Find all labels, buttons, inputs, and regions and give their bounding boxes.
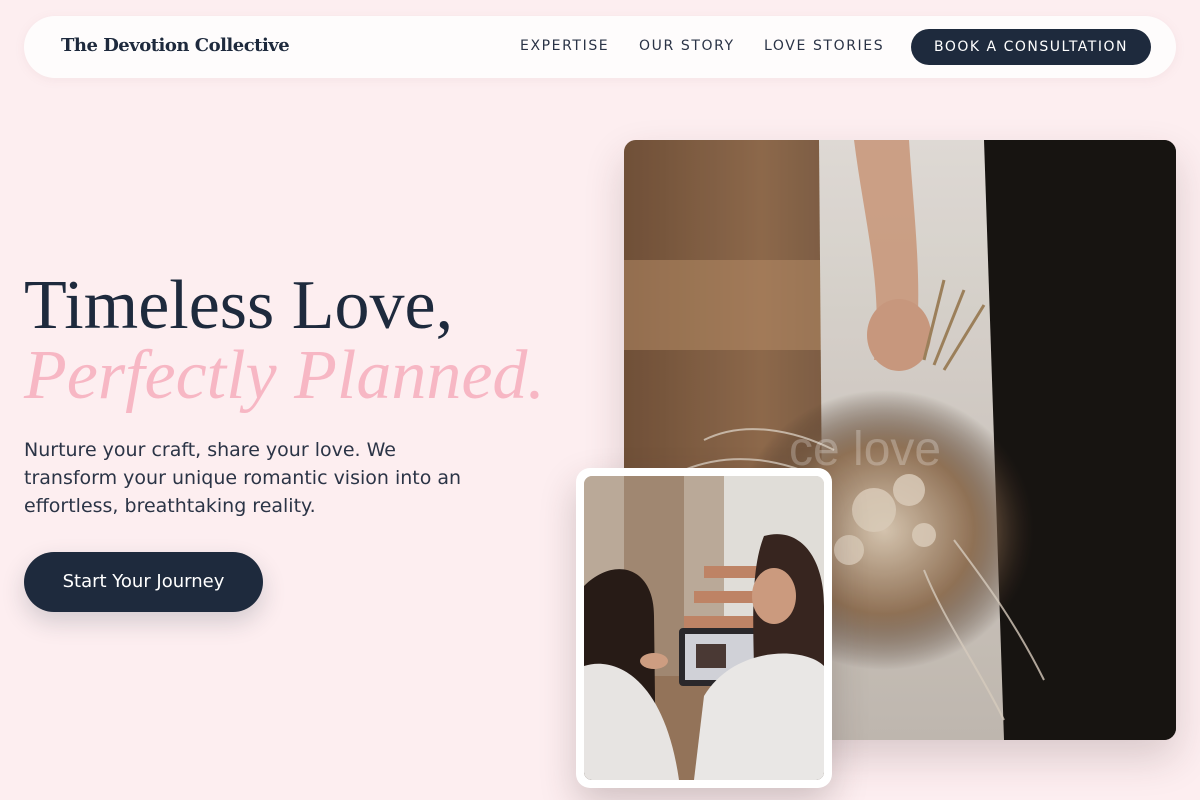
book-consultation-button[interactable]: BOOK A CONSULTATION	[911, 29, 1151, 65]
hero-title-line1: Timeless Love,	[24, 267, 454, 344]
nav-link-our-story[interactable]: OUR STORY	[639, 38, 735, 54]
brand-logo[interactable]: The Devotion Collective	[61, 35, 290, 56]
top-navbar: The Devotion Collective EXPERTISE OUR ST…	[24, 16, 1176, 78]
nav-link-expertise[interactable]: EXPERTISE	[520, 38, 609, 54]
hero-description: Nurture your craft, share your love. We …	[24, 439, 462, 517]
planners-photo	[584, 476, 824, 780]
nav-link-love-stories[interactable]: LOVE STORIES	[764, 38, 884, 54]
hero-title-line2: Perfectly Planned.	[24, 337, 545, 414]
start-journey-button[interactable]: Start Your Journey	[24, 552, 263, 612]
planners-photo-card	[576, 468, 832, 788]
